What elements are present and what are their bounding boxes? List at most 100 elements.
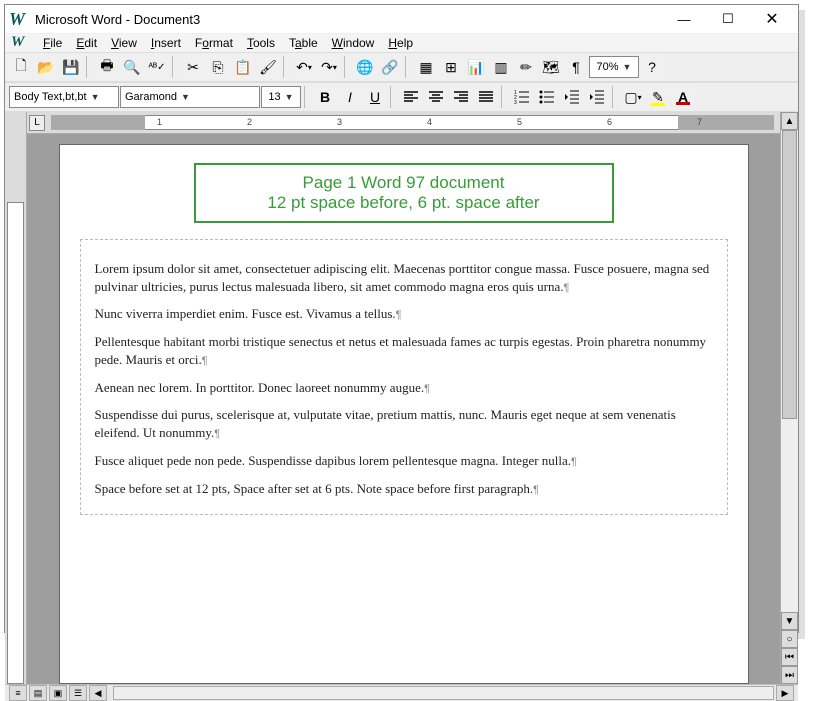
paragraph[interactable]: Space before set at 12 pts, Space after … [95, 480, 713, 498]
paragraph[interactable]: Aenean nec lorem. In porttitor. Donec la… [95, 379, 713, 397]
undo-button[interactable]: ↶▾ [292, 55, 316, 79]
copy-button[interactable]: ⎘ [206, 55, 230, 79]
web-layout-view-button[interactable]: ▤ [29, 685, 47, 701]
text-margins: Lorem ipsum dolor sit amet, consectetuer… [80, 239, 728, 515]
excel-button[interactable]: 📊 [464, 55, 488, 79]
scroll-track[interactable] [781, 130, 798, 612]
align-right-button[interactable] [449, 85, 473, 109]
normal-view-button[interactable]: ≡ [9, 685, 27, 701]
paragraph[interactable]: Pellentesque habitant morbi tristique se… [95, 333, 713, 368]
scroll-up-button[interactable]: ▲ [781, 112, 798, 130]
annotation-callout: Page 1 Word 97 document 12 pt space befo… [194, 163, 614, 223]
underline-button[interactable]: U [363, 85, 387, 109]
next-page-button[interactable]: ⏭ [781, 666, 798, 684]
hscroll-right-button[interactable]: ▶ [776, 685, 794, 701]
menu-edit[interactable]: Edit [70, 34, 103, 52]
columns-button[interactable]: ▥ [489, 55, 513, 79]
show-hide-button[interactable]: ¶ [564, 55, 588, 79]
spellcheck-button[interactable]: ᴬᴮ✓ [145, 55, 169, 79]
paragraph[interactable]: Nunc viverra imperdiet enim. Fusce est. … [95, 305, 713, 323]
save-button[interactable]: 💾 [59, 55, 83, 79]
web-toolbar-button[interactable]: 🔗 [378, 55, 402, 79]
standard-toolbar: 🗋 📂 💾 🖶 🔍 ᴬᴮ✓ ✂ ⎘ 📋 🖌 ↶▾ ↷▾ 🌐 🔗 ▦ ⊞ 📊 ▥ … [5, 52, 798, 82]
open-button[interactable]: 📂 [34, 55, 58, 79]
status-bar: ≡ ▤ ▣ ☰ ◀ ▶ [5, 684, 798, 701]
zoom-combo[interactable]: 70%▼ [589, 56, 639, 78]
word-app-icon: W [9, 9, 29, 29]
work-area: L 1 2 3 4 5 6 7 Page 1 Word 97 document … [5, 112, 798, 684]
title-bar: W Microsoft Word - Document3 — ☐ ✕ [5, 5, 798, 34]
paragraph[interactable]: Fusce aliquet pede non pede. Suspendisse… [95, 452, 713, 470]
pilcrow-icon: ¶ [214, 428, 220, 440]
bold-button[interactable]: B [313, 85, 337, 109]
horizontal-scrollbar[interactable] [113, 686, 774, 700]
menu-view[interactable]: View [105, 34, 143, 52]
print-preview-button[interactable]: 🔍 [120, 55, 144, 79]
close-button[interactable]: ✕ [750, 5, 794, 33]
page[interactable]: Page 1 Word 97 document 12 pt space befo… [59, 144, 749, 684]
menu-help[interactable]: Help [382, 34, 419, 52]
menu-table[interactable]: Table [283, 34, 324, 52]
page-scroll-area[interactable]: Page 1 Word 97 document 12 pt space befo… [27, 134, 780, 684]
print-layout-view-button[interactable]: ▣ [49, 685, 67, 701]
vertical-scrollbar[interactable]: ▲ ▼ ○ ⏮ ⏭ [780, 112, 798, 684]
bullet-list-button[interactable] [535, 85, 559, 109]
paragraph[interactable]: Suspendisse dui purus, scelerisque at, v… [95, 406, 713, 441]
menu-bar: W File Edit View Insert Format Tools Tab… [5, 34, 798, 52]
pilcrow-icon: ¶ [571, 456, 577, 468]
outline-view-button[interactable]: ☰ [69, 685, 87, 701]
menu-file[interactable]: File [37, 34, 68, 52]
tables-borders-button[interactable]: ▦ [414, 55, 438, 79]
separator [283, 56, 289, 78]
font-color-button[interactable]: A [671, 85, 695, 109]
pilcrow-icon: ¶ [396, 309, 402, 321]
style-combo[interactable]: Body Text,bt,bt▼ [9, 86, 119, 108]
decrease-indent-button[interactable] [560, 85, 584, 109]
minimize-button[interactable]: — [662, 5, 706, 33]
borders-button[interactable]: ▢▾ [621, 85, 645, 109]
insert-table-button[interactable]: ⊞ [439, 55, 463, 79]
font-combo[interactable]: Garamond▼ [120, 86, 260, 108]
tab-selector[interactable]: L [29, 115, 45, 131]
increase-indent-button[interactable] [585, 85, 609, 109]
menu-tools[interactable]: Tools [241, 34, 281, 52]
justify-button[interactable] [474, 85, 498, 109]
browse-object-button[interactable]: ○ [781, 630, 798, 648]
separator [390, 86, 396, 108]
pilcrow-icon: ¶ [424, 383, 430, 395]
font-size-combo[interactable]: 13▼ [261, 86, 301, 108]
help-button[interactable]: ? [640, 55, 664, 79]
hscroll-left-button[interactable]: ◀ [89, 685, 107, 701]
print-button[interactable]: 🖶 [95, 55, 119, 79]
cut-button[interactable]: ✂ [181, 55, 205, 79]
align-left-button[interactable] [399, 85, 423, 109]
align-center-button[interactable] [424, 85, 448, 109]
maximize-button[interactable]: ☐ [706, 5, 750, 33]
pilcrow-icon: ¶ [563, 282, 569, 294]
word-doc-icon[interactable]: W [11, 34, 29, 52]
separator [86, 56, 92, 78]
separator [501, 86, 507, 108]
document-map-button[interactable]: 🗺 [539, 55, 563, 79]
callout-line-1: Page 1 Word 97 document [210, 173, 598, 193]
scroll-down-button[interactable]: ▼ [781, 612, 798, 630]
italic-button[interactable]: I [338, 85, 362, 109]
prev-page-button[interactable]: ⏮ [781, 648, 798, 666]
highlight-button[interactable]: ✎ [646, 85, 670, 109]
menu-window[interactable]: Window [326, 34, 381, 52]
paste-button[interactable]: 📋 [231, 55, 255, 79]
menu-insert[interactable]: Insert [145, 34, 187, 52]
new-doc-button[interactable]: 🗋 [9, 55, 33, 79]
numbered-list-button[interactable]: 123 [510, 85, 534, 109]
separator [612, 86, 618, 108]
separator [172, 56, 178, 78]
menu-format[interactable]: Format [189, 34, 239, 52]
redo-button[interactable]: ↷▾ [317, 55, 341, 79]
pilcrow-icon: ¶ [533, 484, 539, 496]
drawing-button[interactable]: ✏ [514, 55, 538, 79]
format-painter-button[interactable]: 🖌 [256, 55, 280, 79]
scroll-thumb[interactable] [782, 130, 797, 419]
hyperlink-button[interactable]: 🌐 [353, 55, 377, 79]
paragraph[interactable]: Lorem ipsum dolor sit amet, consectetuer… [95, 260, 713, 295]
callout-line-2: 12 pt space before, 6 pt. space after [210, 193, 598, 213]
